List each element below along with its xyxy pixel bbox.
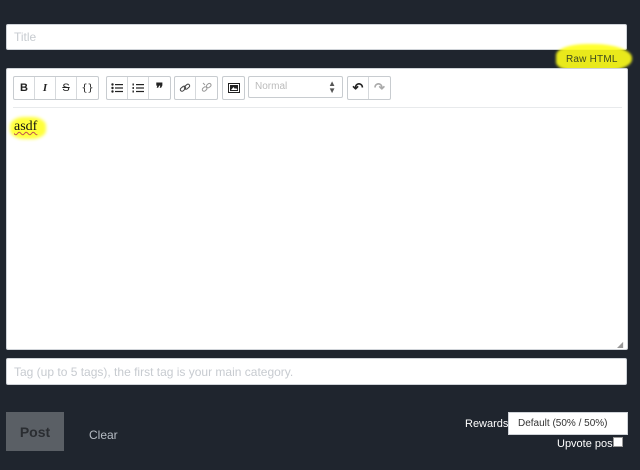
- undo-icon[interactable]: ↶: [348, 77, 369, 99]
- tags-input[interactable]: [6, 358, 627, 385]
- title-input[interactable]: [6, 24, 627, 50]
- media-group: [222, 76, 245, 100]
- upvote-checkbox[interactable]: [613, 437, 623, 447]
- rewards-select[interactable]: Default (50% / 50%): [508, 412, 628, 435]
- clear-button[interactable]: Clear: [89, 428, 118, 442]
- quote-icon[interactable]: ❞: [149, 77, 170, 99]
- editor-content[interactable]: asdf: [14, 119, 37, 135]
- rich-text-editor[interactable]: [6, 68, 628, 350]
- format-select[interactable]: Normal ▲ ▼: [248, 76, 343, 98]
- toolbar-divider: [13, 107, 622, 108]
- code-braces-icon[interactable]: {}: [77, 77, 98, 99]
- redo-icon[interactable]: ↷: [369, 77, 390, 99]
- resize-grip-icon[interactable]: ◢: [617, 340, 623, 349]
- post-button[interactable]: Post: [6, 412, 64, 451]
- rewards-label: Rewards: [465, 418, 509, 430]
- text-format-group: B I S {}: [13, 76, 99, 100]
- format-select-value: Normal: [255, 81, 288, 92]
- list-group: ❞: [106, 76, 171, 100]
- link-icon[interactable]: [175, 77, 196, 99]
- strikethrough-icon[interactable]: S: [56, 77, 77, 99]
- history-group: ↶ ↷: [347, 76, 391, 100]
- raw-html-link[interactable]: Raw HTML: [566, 54, 618, 65]
- bullet-list-icon[interactable]: [107, 77, 128, 99]
- image-icon[interactable]: [223, 77, 244, 99]
- bold-icon[interactable]: B: [14, 77, 35, 99]
- link-group: [174, 76, 218, 100]
- select-arrows-icon: ▲ ▼: [328, 79, 336, 95]
- upvote-label: Upvote post: [557, 438, 616, 450]
- italic-icon[interactable]: I: [35, 77, 56, 99]
- numbered-list-icon[interactable]: [128, 77, 149, 99]
- unlink-icon[interactable]: [196, 77, 217, 99]
